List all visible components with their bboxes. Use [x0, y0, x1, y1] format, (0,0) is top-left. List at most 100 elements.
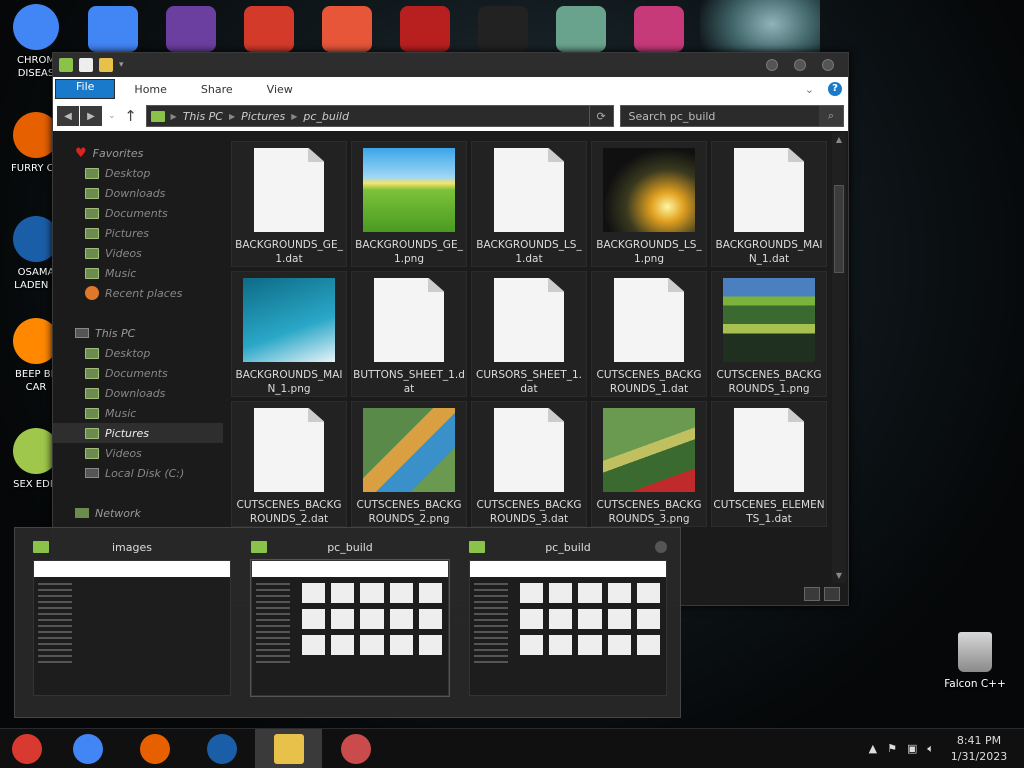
nav-item-local-disk-c-[interactable]: Local Disk (C:): [53, 463, 223, 483]
dat-file-icon: [374, 278, 444, 362]
taskbar-app[interactable]: [255, 728, 322, 768]
png-thumbnail: [363, 148, 455, 232]
help-icon[interactable]: ?: [828, 82, 842, 96]
file-item[interactable]: CUTSCENES_BACKGROUNDS_1.png: [711, 271, 827, 397]
file-item[interactable]: CUTSCENES_BACKGROUNDS_3.png: [591, 401, 707, 527]
nav-item-downloads[interactable]: Downloads: [53, 383, 223, 403]
breadcrumb-separator-icon[interactable]: ▶: [291, 112, 297, 121]
nav-item-documents[interactable]: Documents: [53, 363, 223, 383]
address-field[interactable]: ▶ This PC ▶ Pictures ▶ pc_build ⟳: [145, 105, 614, 127]
tab-view[interactable]: View: [250, 77, 310, 101]
breadcrumb-separator-icon[interactable]: ▶: [171, 112, 177, 121]
scroll-down-icon[interactable]: ▼: [832, 569, 846, 583]
computer-icon: [75, 328, 89, 338]
nav-item-music[interactable]: Music: [53, 403, 223, 423]
thumbnail-title: pc_build: [327, 540, 373, 554]
scroll-up-icon[interactable]: ▲: [832, 133, 846, 147]
window-thumbnail[interactable]: images: [27, 534, 237, 708]
character-icon[interactable]: [556, 6, 606, 52]
nav-section-this-pc[interactable]: This PC: [53, 323, 223, 343]
number-2-icon[interactable]: [244, 6, 294, 52]
terminal-icon[interactable]: [478, 6, 528, 52]
forward-button[interactable]: ▶: [80, 106, 102, 126]
new-document-icon[interactable]: [79, 58, 93, 72]
file-item[interactable]: BACKGROUNDS_LS_1.png: [591, 141, 707, 267]
vertical-scrollbar[interactable]: ▲ ▼: [832, 133, 846, 583]
close-button[interactable]: [822, 59, 834, 71]
recycle-bin[interactable]: Falcon C++: [944, 632, 1006, 690]
breadcrumb-pc-build[interactable]: pc_build: [303, 110, 349, 123]
title-bar[interactable]: ▾: [53, 53, 848, 77]
search-input[interactable]: Search pc_build ⌕: [619, 105, 844, 127]
ribbon-expand-icon[interactable]: ⌄: [805, 83, 814, 96]
file-item[interactable]: BACKGROUNDS_GE_1.png: [351, 141, 467, 267]
back-button[interactable]: ◀: [57, 106, 79, 126]
nav-section-favorites[interactable]: ♥ Favorites: [53, 143, 223, 163]
search-icon[interactable]: ⌕: [819, 106, 843, 126]
thumbnail-preview: [250, 559, 450, 697]
film-icon[interactable]: [634, 6, 684, 52]
scrollbar-thumb[interactable]: [834, 185, 844, 273]
nav-item-pictures[interactable]: Pictures: [53, 423, 223, 443]
clock[interactable]: 8:41 PM 1/31/2023: [944, 733, 1014, 765]
new-folder-icon[interactable]: [99, 58, 113, 72]
p-badge-icon[interactable]: [322, 6, 372, 52]
preview-file: [578, 635, 602, 655]
show-hidden-icons-icon[interactable]: ▲: [869, 742, 877, 755]
nav-section-network[interactable]: Network: [53, 503, 223, 523]
taskbar-app[interactable]: [322, 729, 389, 768]
nav-item-desktop[interactable]: Desktop: [53, 343, 223, 363]
file-item[interactable]: CUTSCENES_BACKGROUNDS_2.png: [351, 401, 467, 527]
nav-item-videos[interactable]: Videos: [53, 243, 223, 263]
firefox-icon: [139, 733, 170, 764]
taskbar-app[interactable]: [121, 729, 188, 768]
file-item[interactable]: CUTSCENES_BACKGROUNDS_3.dat: [471, 401, 587, 527]
nav-item-recent-places[interactable]: Recent places: [53, 283, 223, 303]
nav-item-desktop[interactable]: Desktop: [53, 163, 223, 183]
breadcrumb-separator-icon[interactable]: ▶: [229, 112, 235, 121]
folder-icon: [85, 187, 99, 199]
breadcrumb-this-pc[interactable]: This PC: [183, 110, 223, 123]
file-item[interactable]: CURSORS_SHEET_1.dat: [471, 271, 587, 397]
window-thumbnail[interactable]: pc_build: [463, 534, 673, 708]
tab-home[interactable]: Home: [117, 77, 183, 101]
file-item[interactable]: BACKGROUNDS_MAIN_1.png: [231, 271, 347, 397]
nav-item-documents[interactable]: Documents: [53, 203, 223, 223]
file-item[interactable]: CUTSCENES_ELEMENTS_1.dat: [711, 401, 827, 527]
nav-item-downloads[interactable]: Downloads: [53, 183, 223, 203]
up-button[interactable]: ↑: [122, 107, 140, 125]
chrome-icon[interactable]: [88, 6, 138, 52]
preview-file: [360, 609, 384, 629]
details-view-icon[interactable]: [804, 587, 820, 601]
network-icon[interactable]: ▣: [907, 742, 917, 755]
file-item[interactable]: BACKGROUNDS_LS_1.dat: [471, 141, 587, 267]
minimize-button[interactable]: [766, 59, 778, 71]
file-item[interactable]: BACKGROUNDS_GE_1.dat: [231, 141, 347, 267]
red-logo-icon[interactable]: [400, 6, 450, 52]
visual-studio-icon[interactable]: [166, 6, 216, 52]
file-item[interactable]: CUTSCENES_BACKGROUNDS_1.dat: [591, 271, 707, 397]
file-item[interactable]: BUTTONS_SHEET_1.dat: [351, 271, 467, 397]
taskbar-app[interactable]: [0, 729, 54, 768]
folder-icon: [85, 347, 99, 359]
file-item[interactable]: CUTSCENES_BACKGROUNDS_2.dat: [231, 401, 347, 527]
refresh-button[interactable]: ⟳: [588, 106, 613, 126]
breadcrumb-pictures[interactable]: Pictures: [241, 110, 285, 123]
action-center-flag-icon[interactable]: ⚑: [887, 742, 897, 755]
large-icons-view-icon[interactable]: [824, 587, 840, 601]
taskbar-app[interactable]: [54, 729, 121, 768]
tab-share[interactable]: Share: [184, 77, 250, 101]
nav-item-videos[interactable]: Videos: [53, 443, 223, 463]
file-item[interactable]: BACKGROUNDS_MAIN_1.dat: [711, 141, 827, 267]
volume-icon[interactable]: 🔈︎: [927, 742, 934, 756]
nav-item-music[interactable]: Music: [53, 263, 223, 283]
chevron-down-icon[interactable]: ▾: [119, 60, 124, 70]
taskbar-app[interactable]: [188, 729, 255, 768]
recent-locations-icon[interactable]: ⌄: [108, 111, 116, 121]
nav-item-pictures[interactable]: Pictures: [53, 223, 223, 243]
window-thumbnail[interactable]: pc_build: [245, 534, 455, 708]
maximize-button[interactable]: [794, 59, 806, 71]
tab-file[interactable]: File: [55, 79, 116, 99]
thumbnail-preview: [469, 560, 667, 696]
close-icon[interactable]: [655, 541, 667, 553]
